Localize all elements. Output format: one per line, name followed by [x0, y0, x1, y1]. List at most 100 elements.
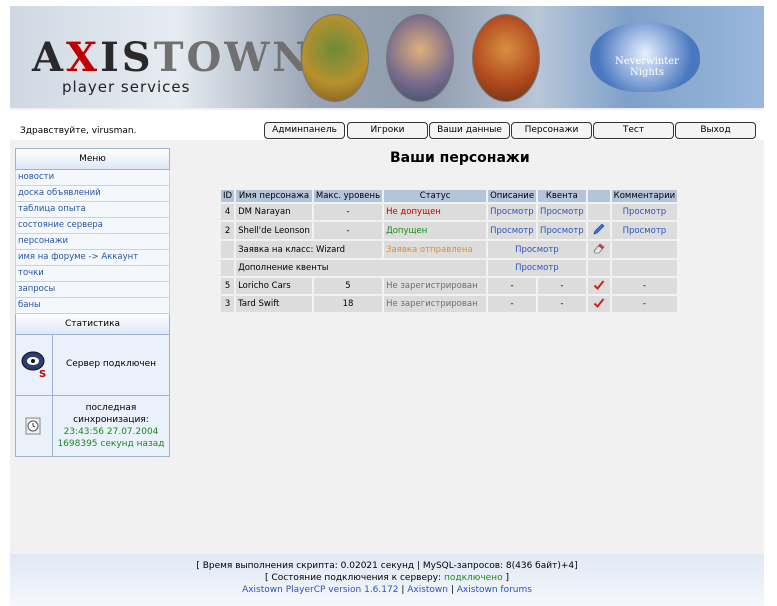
char-level: 5: [313, 278, 383, 294]
empty-action-cell: [587, 204, 610, 220]
char-level: -: [313, 204, 383, 220]
char-name: Tard Swift: [236, 296, 312, 312]
col-action: [587, 190, 610, 202]
server-icon: S: [16, 335, 53, 395]
char-comment: -: [611, 278, 678, 294]
sidebar-item-exp-table[interactable]: таблица опыта: [15, 202, 170, 218]
char-description: -: [488, 278, 537, 294]
menu-header: Меню: [15, 148, 170, 170]
connection-label: [ Состояние подключения к серверу:: [265, 573, 444, 583]
server-status-text: Сервер подключен: [65, 359, 157, 369]
axistown-logo: AXISTOWN: [32, 34, 312, 81]
sidebar-item-news[interactable]: новости: [15, 170, 170, 186]
banner: AXISTOWN player services Neverwinter Nig…: [10, 6, 764, 108]
char-status: Не зарегистрирован: [384, 296, 487, 312]
logo-subtitle: player services: [62, 78, 191, 96]
axistown-link[interactable]: Axistown: [407, 585, 448, 595]
char-description: -: [488, 296, 537, 312]
server-status-row: S Сервер подключен: [15, 335, 170, 396]
portrait-oval-3: [472, 14, 540, 102]
table-row: 2 Shell'de Leonson - Допущен Просмотр Пр…: [221, 222, 678, 239]
view-comments-link[interactable]: Просмотр: [611, 204, 678, 220]
view-quenta-link[interactable]: Просмотр: [538, 204, 586, 220]
char-status: Не допущен: [384, 204, 487, 220]
class-request-row: Заявка на класс: Wizard Заявка отправлен…: [221, 241, 678, 258]
sidebar-item-points[interactable]: точки: [15, 266, 170, 282]
edit-pencil-icon[interactable]: [587, 222, 610, 239]
players-button[interactable]: Игроки: [347, 122, 428, 139]
eraser-icon[interactable]: [587, 241, 610, 258]
char-name: Loricho Cars: [236, 278, 312, 294]
content-area: AXISTOWN player services Neverwinter Nig…: [10, 6, 764, 606]
sync-row: последная синхронизация: 23:43:56 27.07.…: [15, 396, 170, 457]
checkmark-icon[interactable]: [587, 296, 610, 312]
empty-cell: [611, 260, 678, 276]
footer-script-stats: [ Время выполнения скрипта: 0.02021 секу…: [196, 561, 578, 571]
char-name: DM Narayan: [236, 204, 312, 220]
greeting: Здравствуйте, virusman.: [20, 126, 137, 136]
col-description: Описание: [488, 190, 537, 202]
table-row: 5 Loricho Cars 5 Не зарегистрирован - - …: [221, 278, 678, 294]
view-class-request-link[interactable]: Просмотр: [488, 241, 586, 258]
col-quenta: Квента: [538, 190, 586, 202]
col-name: Имя персонажа: [236, 190, 312, 202]
forums-link[interactable]: Axistown forums: [457, 585, 532, 595]
footer-connection-status: [ Состояние подключения к серверу: подкл…: [10, 572, 764, 584]
characters-button[interactable]: Персонажи: [511, 122, 592, 139]
sidebar-item-bans[interactable]: баны: [15, 298, 170, 314]
page: AXISTOWN player services Neverwinter Nig…: [0, 0, 777, 606]
sidebar-item-forum-name[interactable]: имя на форуме -> Аккаунт: [15, 250, 170, 266]
view-quenta-addition-link[interactable]: Просмотр: [488, 260, 586, 276]
class-request-label: Заявка на класс: Wizard: [236, 241, 383, 258]
table-row: 4 DM Narayan - Не допущен Просмотр Просм…: [221, 204, 678, 220]
version-link[interactable]: Axistown PlayerCP version 1.6.172: [242, 585, 398, 595]
neverwinter-logo-text: Neverwinter Nights: [615, 56, 679, 78]
empty-cell: [587, 260, 610, 276]
page-title: Ваши персонажи: [390, 150, 530, 166]
sync-time: 23:43:56 27.07.2004: [63, 427, 159, 437]
portrait-oval-2: [386, 14, 454, 102]
char-status: Не зарегистрирован: [384, 278, 487, 294]
stats-header: Статистика: [15, 314, 170, 335]
footer-links: Axistown PlayerCP version 1.6.172 | Axis…: [10, 584, 764, 596]
checkmark-icon[interactable]: [587, 278, 610, 294]
admin-panel-button[interactable]: Админпанель: [264, 122, 345, 139]
characters-table: ID Имя персонажа Макс. уровень Статус Оп…: [219, 188, 679, 314]
col-level: Макс. уровень: [313, 190, 383, 202]
col-status: Статус: [384, 190, 487, 202]
char-id: 4: [221, 204, 235, 220]
portrait-oval-1: [301, 14, 369, 102]
quenta-addition-label: Дополнение квенты: [236, 260, 487, 276]
sync-info: последная синхронизация: 23:43:56 27.07.…: [53, 402, 169, 450]
footer: [ Время выполнения скрипта: 0.02021 секу…: [10, 554, 764, 606]
footer-separator: |: [398, 585, 408, 595]
quenta-addition-row: Дополнение квенты Просмотр: [221, 260, 678, 276]
class-request-status: Заявка отправлена: [384, 241, 487, 258]
logout-button[interactable]: Выход: [675, 122, 756, 139]
col-id: ID: [221, 190, 235, 202]
char-status: Допущен: [384, 222, 487, 239]
empty-cell: [221, 241, 235, 258]
your-data-button[interactable]: Ваши данные: [429, 122, 510, 139]
svg-text:S: S: [39, 369, 46, 380]
char-comment: -: [611, 296, 678, 312]
view-comments-link[interactable]: Просмотр: [611, 222, 678, 239]
test-button[interactable]: Тест: [593, 122, 674, 139]
view-description-link[interactable]: Просмотр: [488, 222, 537, 239]
empty-cell: [611, 241, 678, 258]
toolbar: Здравствуйте, virusman. Админпанель Игро…: [10, 110, 764, 140]
empty-cell: [221, 260, 235, 276]
char-name: Shell'de Leonson: [236, 222, 312, 239]
connection-suffix: ]: [502, 573, 509, 583]
view-quenta-link[interactable]: Просмотр: [538, 222, 586, 239]
connection-state: подключено: [443, 573, 503, 583]
footer-separator: |: [448, 585, 457, 595]
sidebar-item-requests[interactable]: запросы: [15, 282, 170, 298]
sidebar-item-server-status[interactable]: состояние сервера: [15, 218, 170, 234]
sidebar-item-board[interactable]: доска объявлений: [15, 186, 170, 202]
char-level: 18: [313, 296, 383, 312]
sidebar-item-characters[interactable]: персонажи: [15, 234, 170, 250]
view-description-link[interactable]: Просмотр: [488, 204, 537, 220]
sidebar: Меню новости доска объявлений таблица оп…: [15, 148, 170, 457]
char-id: 5: [221, 278, 235, 294]
